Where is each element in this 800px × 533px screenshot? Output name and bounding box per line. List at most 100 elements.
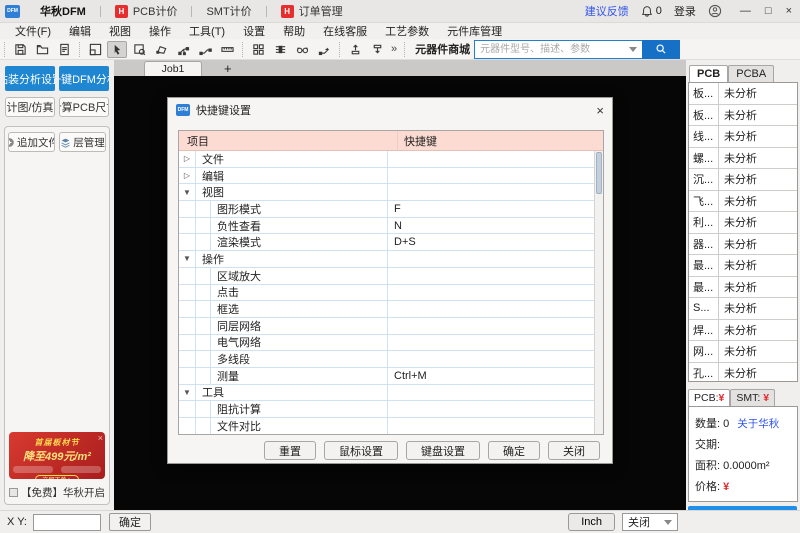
menu-file[interactable]: 文件(F): [6, 23, 60, 39]
open-folder-icon[interactable]: [32, 41, 52, 58]
tab-pcb[interactable]: PCB: [689, 65, 728, 82]
table-row[interactable]: 阻抗计算: [179, 401, 594, 418]
zoom-select-icon[interactable]: [129, 41, 149, 58]
expander-icon[interactable]: ▼: [179, 251, 196, 267]
scrollbar-thumb[interactable]: [596, 152, 602, 194]
table-row[interactable]: ▷编辑: [179, 168, 594, 185]
tab-order-management[interactable]: H 订单管理: [267, 0, 357, 22]
document-tab-job1[interactable]: Job1: [144, 61, 202, 76]
login-link[interactable]: 登录: [674, 3, 696, 19]
table-row[interactable]: 区域放大: [179, 268, 594, 285]
dialog-close-icon[interactable]: ×: [596, 103, 604, 118]
one-key-dfm-button[interactable]: 一键DFM分析: [59, 66, 109, 91]
new-tab-button[interactable]: +: [224, 62, 232, 76]
assembly-analysis-settings-button[interactable]: 贴装分析设置: [5, 66, 55, 91]
expander-icon[interactable]: ▷: [179, 168, 196, 184]
tab-huaqiu-dfm[interactable]: 华秋DFM: [26, 0, 100, 22]
inspect-glasses-icon[interactable]: [292, 41, 312, 58]
menu-edit[interactable]: 编辑: [60, 23, 100, 39]
search-dropdown-caret-icon[interactable]: [629, 47, 637, 52]
promo-close-icon[interactable]: ×: [98, 433, 103, 443]
route-measure-icon[interactable]: [195, 41, 215, 58]
unit-toggle-button[interactable]: Inch: [568, 513, 615, 531]
promo-order-button[interactable]: 立即下单 >: [35, 475, 79, 479]
menu-help[interactable]: 帮助: [274, 23, 314, 39]
xy-coordinate-input[interactable]: [33, 514, 101, 531]
table-row[interactable]: ▼工具: [179, 385, 594, 402]
xy-confirm-button[interactable]: 确定: [109, 513, 151, 531]
table-row[interactable]: 孔...未分析: [689, 363, 797, 383]
stamp-bottom-icon[interactable]: [367, 41, 387, 58]
table-row[interactable]: 板...未分析: [689, 83, 797, 105]
table-row[interactable]: 渲染模式D+S: [179, 234, 594, 251]
menu-process-params[interactable]: 工艺参数: [376, 23, 438, 39]
expander-icon[interactable]: ▷: [179, 151, 196, 167]
table-row[interactable]: 多线段: [179, 351, 594, 368]
calc-pcb-size-button[interactable]: 计算PCB尺寸: [59, 97, 109, 117]
confirm-button[interactable]: 确定: [488, 441, 540, 460]
table-row[interactable]: 最...未分析: [689, 277, 797, 299]
search-button[interactable]: [642, 40, 680, 59]
promo-note[interactable]: 【免费】华秋开启...: [9, 485, 105, 500]
search-input[interactable]: [474, 40, 642, 59]
reset-button[interactable]: 重置: [264, 441, 316, 460]
select-cursor-icon[interactable]: [107, 41, 127, 58]
stamp-top-icon[interactable]: [345, 41, 365, 58]
menu-view[interactable]: 视图: [100, 23, 140, 39]
table-row[interactable]: ▼操作: [179, 251, 594, 268]
menu-component-library[interactable]: 元件库管理: [438, 23, 511, 39]
export-pdf-icon[interactable]: [54, 41, 74, 58]
minimize-button[interactable]: —: [740, 5, 751, 17]
close-dialog-button[interactable]: 关闭: [548, 441, 600, 460]
tab-pcb-price[interactable]: PCB:¥: [688, 389, 730, 406]
tab-smt-pricing[interactable]: SMT计价: [192, 0, 265, 22]
menu-online-service[interactable]: 在线客服: [314, 23, 376, 39]
net-select-icon[interactable]: [173, 41, 193, 58]
table-row[interactable]: 文件对比: [179, 418, 594, 434]
polygon-select-icon[interactable]: [151, 41, 171, 58]
table-row[interactable]: 网...未分析: [689, 341, 797, 363]
notifications[interactable]: 0: [641, 5, 662, 17]
tab-smt-price[interactable]: SMT: ¥: [730, 389, 775, 406]
table-row[interactable]: 最...未分析: [689, 255, 797, 277]
tab-pcba[interactable]: PCBA: [728, 65, 774, 82]
close-button[interactable]: ×: [786, 5, 792, 17]
table-row[interactable]: 框选: [179, 301, 594, 318]
tab-pcb-pricing[interactable]: H PCB计价: [101, 0, 192, 22]
menu-operate[interactable]: 操作: [140, 23, 180, 39]
table-row[interactable]: 焊...未分析: [689, 320, 797, 342]
table-row[interactable]: ▼视图: [179, 184, 594, 201]
fit-view-icon[interactable]: [85, 41, 105, 58]
table-row[interactable]: 器...未分析: [689, 234, 797, 256]
table-row[interactable]: S...未分析: [689, 298, 797, 320]
component-icon[interactable]: [270, 41, 290, 58]
append-file-button[interactable]: 追加文件: [8, 132, 55, 152]
keyboard-settings-button[interactable]: 键盘设置: [406, 441, 480, 460]
table-row[interactable]: 飞...未分析: [689, 191, 797, 213]
table-row[interactable]: 图形模式F: [179, 201, 594, 218]
ruler-icon[interactable]: [217, 41, 237, 58]
design-simulation-button[interactable]: 设计图/仿真图: [5, 97, 55, 117]
table-row[interactable]: 利...未分析: [689, 212, 797, 234]
promo-banner[interactable]: × 首届板材节 降至499元/m² 立即下单 >: [9, 432, 105, 479]
menu-settings[interactable]: 设置: [234, 23, 274, 39]
expander-icon[interactable]: ▼: [179, 385, 196, 401]
table-row[interactable]: 沉...未分析: [689, 169, 797, 191]
menu-tools[interactable]: 工具(T): [180, 23, 234, 39]
table-row[interactable]: 电气网络: [179, 335, 594, 352]
table-row[interactable]: ▷文件: [179, 151, 594, 168]
feedback-link[interactable]: 建议反馈: [585, 3, 629, 19]
table-row[interactable]: 点击: [179, 285, 594, 302]
table-row[interactable]: 线...未分析: [689, 126, 797, 148]
maximize-button[interactable]: □: [765, 5, 772, 17]
avatar-icon[interactable]: [708, 4, 722, 18]
about-huaqiu-link[interactable]: 关于华秋: [737, 414, 779, 435]
table-row[interactable]: 同层网络: [179, 318, 594, 335]
array-view-icon[interactable]: [248, 41, 268, 58]
layer-manager-button[interactable]: 层管理: [59, 132, 106, 152]
mouse-settings-button[interactable]: 鼠标设置: [324, 441, 398, 460]
table-row[interactable]: 螺...未分析: [689, 148, 797, 170]
toolbar-more-button[interactable]: »: [391, 43, 397, 55]
table-row[interactable]: 板...未分析: [689, 105, 797, 127]
table-row[interactable]: 测量Ctrl+M: [179, 368, 594, 385]
